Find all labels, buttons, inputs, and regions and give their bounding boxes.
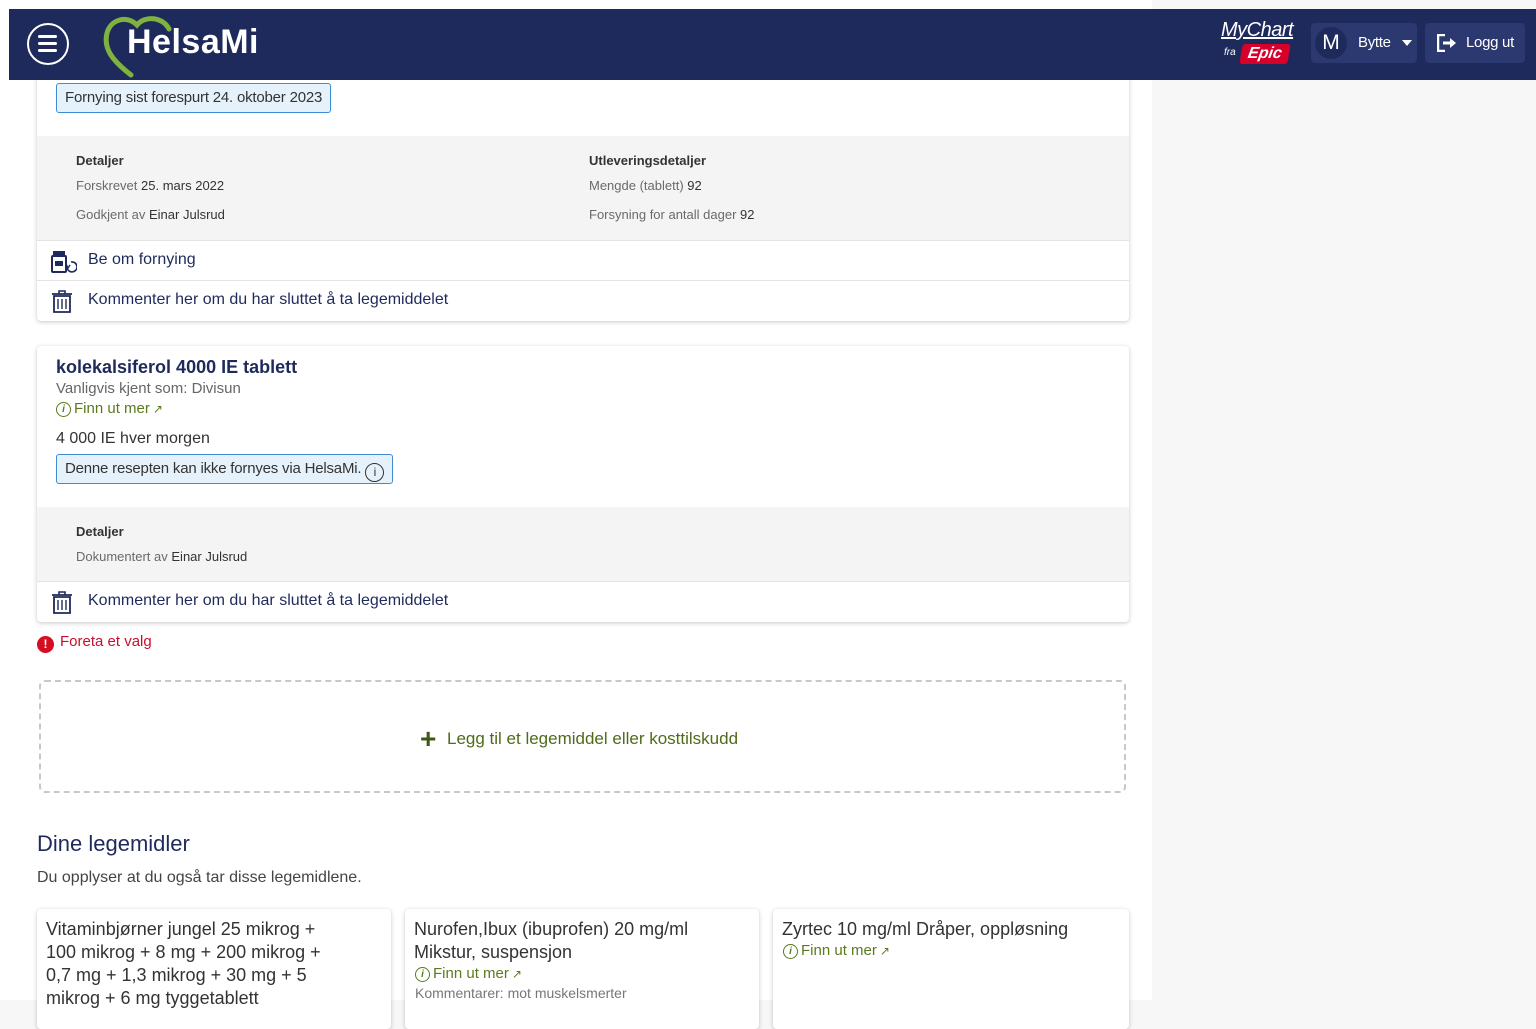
medication-name: Nurofen,Ibux (ibuprofen) 20 mg/ml Mikstu… xyxy=(414,919,689,962)
top-navigation-bar: HelsaMi MyChart fra Epic M Bytte Logg ut xyxy=(9,9,1536,80)
learn-more-link[interactable]: i Finn ut mer ↗ xyxy=(415,965,522,982)
logout-icon xyxy=(1437,34,1456,52)
medication-name: Vitaminbjørner jungel 25 mikrog + 100 mi… xyxy=(46,919,321,1008)
details-heading: Detaljer xyxy=(76,153,124,168)
medication-tile[interactable]: Nurofen,Ibux (ibuprofen) 20 mg/ml Mikstu… xyxy=(405,909,759,1029)
section-title: Dine legemidler xyxy=(37,831,190,856)
medication-comment: Kommentarer: mot muskelsmerter xyxy=(415,985,627,1001)
learn-more-link[interactable]: i Finn ut mer ↗ xyxy=(56,400,163,417)
add-medication-button[interactable]: + Legg til et legemiddel eller kosttilsk… xyxy=(39,680,1126,793)
documented-by: Dokumentert av Einar Julsrud xyxy=(76,549,248,564)
error-icon: ! xyxy=(37,636,54,653)
external-link-icon: ↗ xyxy=(511,967,522,981)
logo-text: HelsaMi xyxy=(127,23,259,61)
medication-name: Zyrtec 10 mg/ml Dråper, oppløsning xyxy=(782,919,1069,939)
request-renewal-label: Be om fornying xyxy=(88,251,196,268)
external-link-icon: ↗ xyxy=(879,944,890,958)
epic-text: Epic xyxy=(1239,44,1291,64)
info-icon: i xyxy=(415,967,430,982)
plus-icon: + xyxy=(420,723,437,754)
trash-icon xyxy=(52,290,72,313)
mychart-epic-logo: MyChart fra Epic xyxy=(1221,19,1303,69)
pill-bottle-renew-icon xyxy=(51,251,77,273)
request-renewal-action[interactable]: Be om fornying xyxy=(37,240,1129,281)
medication-title: kolekalsiferol 4000 IE tablett xyxy=(56,357,298,377)
medication-card: kolekalsiferol 4000 IE tablett Vanligvis… xyxy=(37,346,1129,622)
section-subtitle: Du opplyser at du også tar disse legemid… xyxy=(37,869,362,886)
comment-stopped-action[interactable]: Kommenter her om du har sluttet å ta leg… xyxy=(37,581,1129,622)
not-renewable-badge: Denne resepten kan ikke fornyes via Hels… xyxy=(56,454,394,484)
validation-error: ! Foreta et valg xyxy=(37,633,152,653)
comment-stopped-action[interactable]: Kommenter her om du har sluttet å ta leg… xyxy=(37,280,1129,321)
info-icon: i xyxy=(783,944,798,959)
trash-icon xyxy=(52,591,72,614)
avatar: M xyxy=(1315,27,1347,59)
details-heading: Detaljer xyxy=(76,524,124,539)
details-panel: Detaljer Forskrevet 25. mars 2022 Godkje… xyxy=(37,136,1129,240)
switch-user-button[interactable]: M Bytte xyxy=(1311,23,1417,63)
renewal-status-badge: Fornying sist forespurt 24. oktober 2023 xyxy=(56,83,332,113)
dose-instructions: 4 000 IE hver morgen xyxy=(56,430,210,447)
logout-button[interactable]: Logg ut xyxy=(1425,23,1525,63)
info-icon: i xyxy=(56,402,71,417)
helsami-logo[interactable]: HelsaMi xyxy=(101,11,281,78)
comment-stopped-label: Kommenter her om du har sluttet å ta leg… xyxy=(88,592,449,609)
medication-tile[interactable]: Zyrtec 10 mg/ml Dråper, oppløsning i Finn… xyxy=(773,909,1129,1029)
prescribed-date: Forskrevet 25. mars 2022 xyxy=(76,178,225,193)
approved-by: Godkjent av Einar Julsrud xyxy=(76,207,225,222)
medication-tile[interactable]: Vitaminbjørner jungel 25 mikrog + 100 mi… xyxy=(37,909,391,1029)
known-as-text: Vanligvis kjent som: Divisun xyxy=(56,380,241,397)
switch-label: Bytte xyxy=(1358,34,1391,51)
menu-icon[interactable] xyxy=(27,23,69,65)
quantity: Mengde (tablett) 92 xyxy=(589,178,702,193)
external-link-icon: ↗ xyxy=(152,402,163,416)
comment-stopped-label: Kommenter her om du har sluttet å ta leg… xyxy=(88,291,449,308)
learn-more-link[interactable]: i Finn ut mer ↗ xyxy=(783,942,890,959)
medication-card: Fornying sist forespurt 24. oktober 2023… xyxy=(37,40,1129,321)
supply-days: Forsyning for antall dager 92 xyxy=(589,207,755,222)
logout-label: Logg ut xyxy=(1466,34,1514,51)
add-medication-label: Legg til et legemiddel eller kosttilskud… xyxy=(447,729,739,748)
info-circle-icon[interactable]: i xyxy=(365,463,385,482)
dispense-details-heading: Utleveringsdetaljer xyxy=(589,153,707,168)
details-panel: Detaljer Dokumentert av Einar Julsrud xyxy=(37,507,1129,581)
mychart-text: MyChart xyxy=(1221,19,1294,41)
caret-down-icon xyxy=(1402,40,1412,46)
mychart-fra-text: fra xyxy=(1224,47,1236,58)
